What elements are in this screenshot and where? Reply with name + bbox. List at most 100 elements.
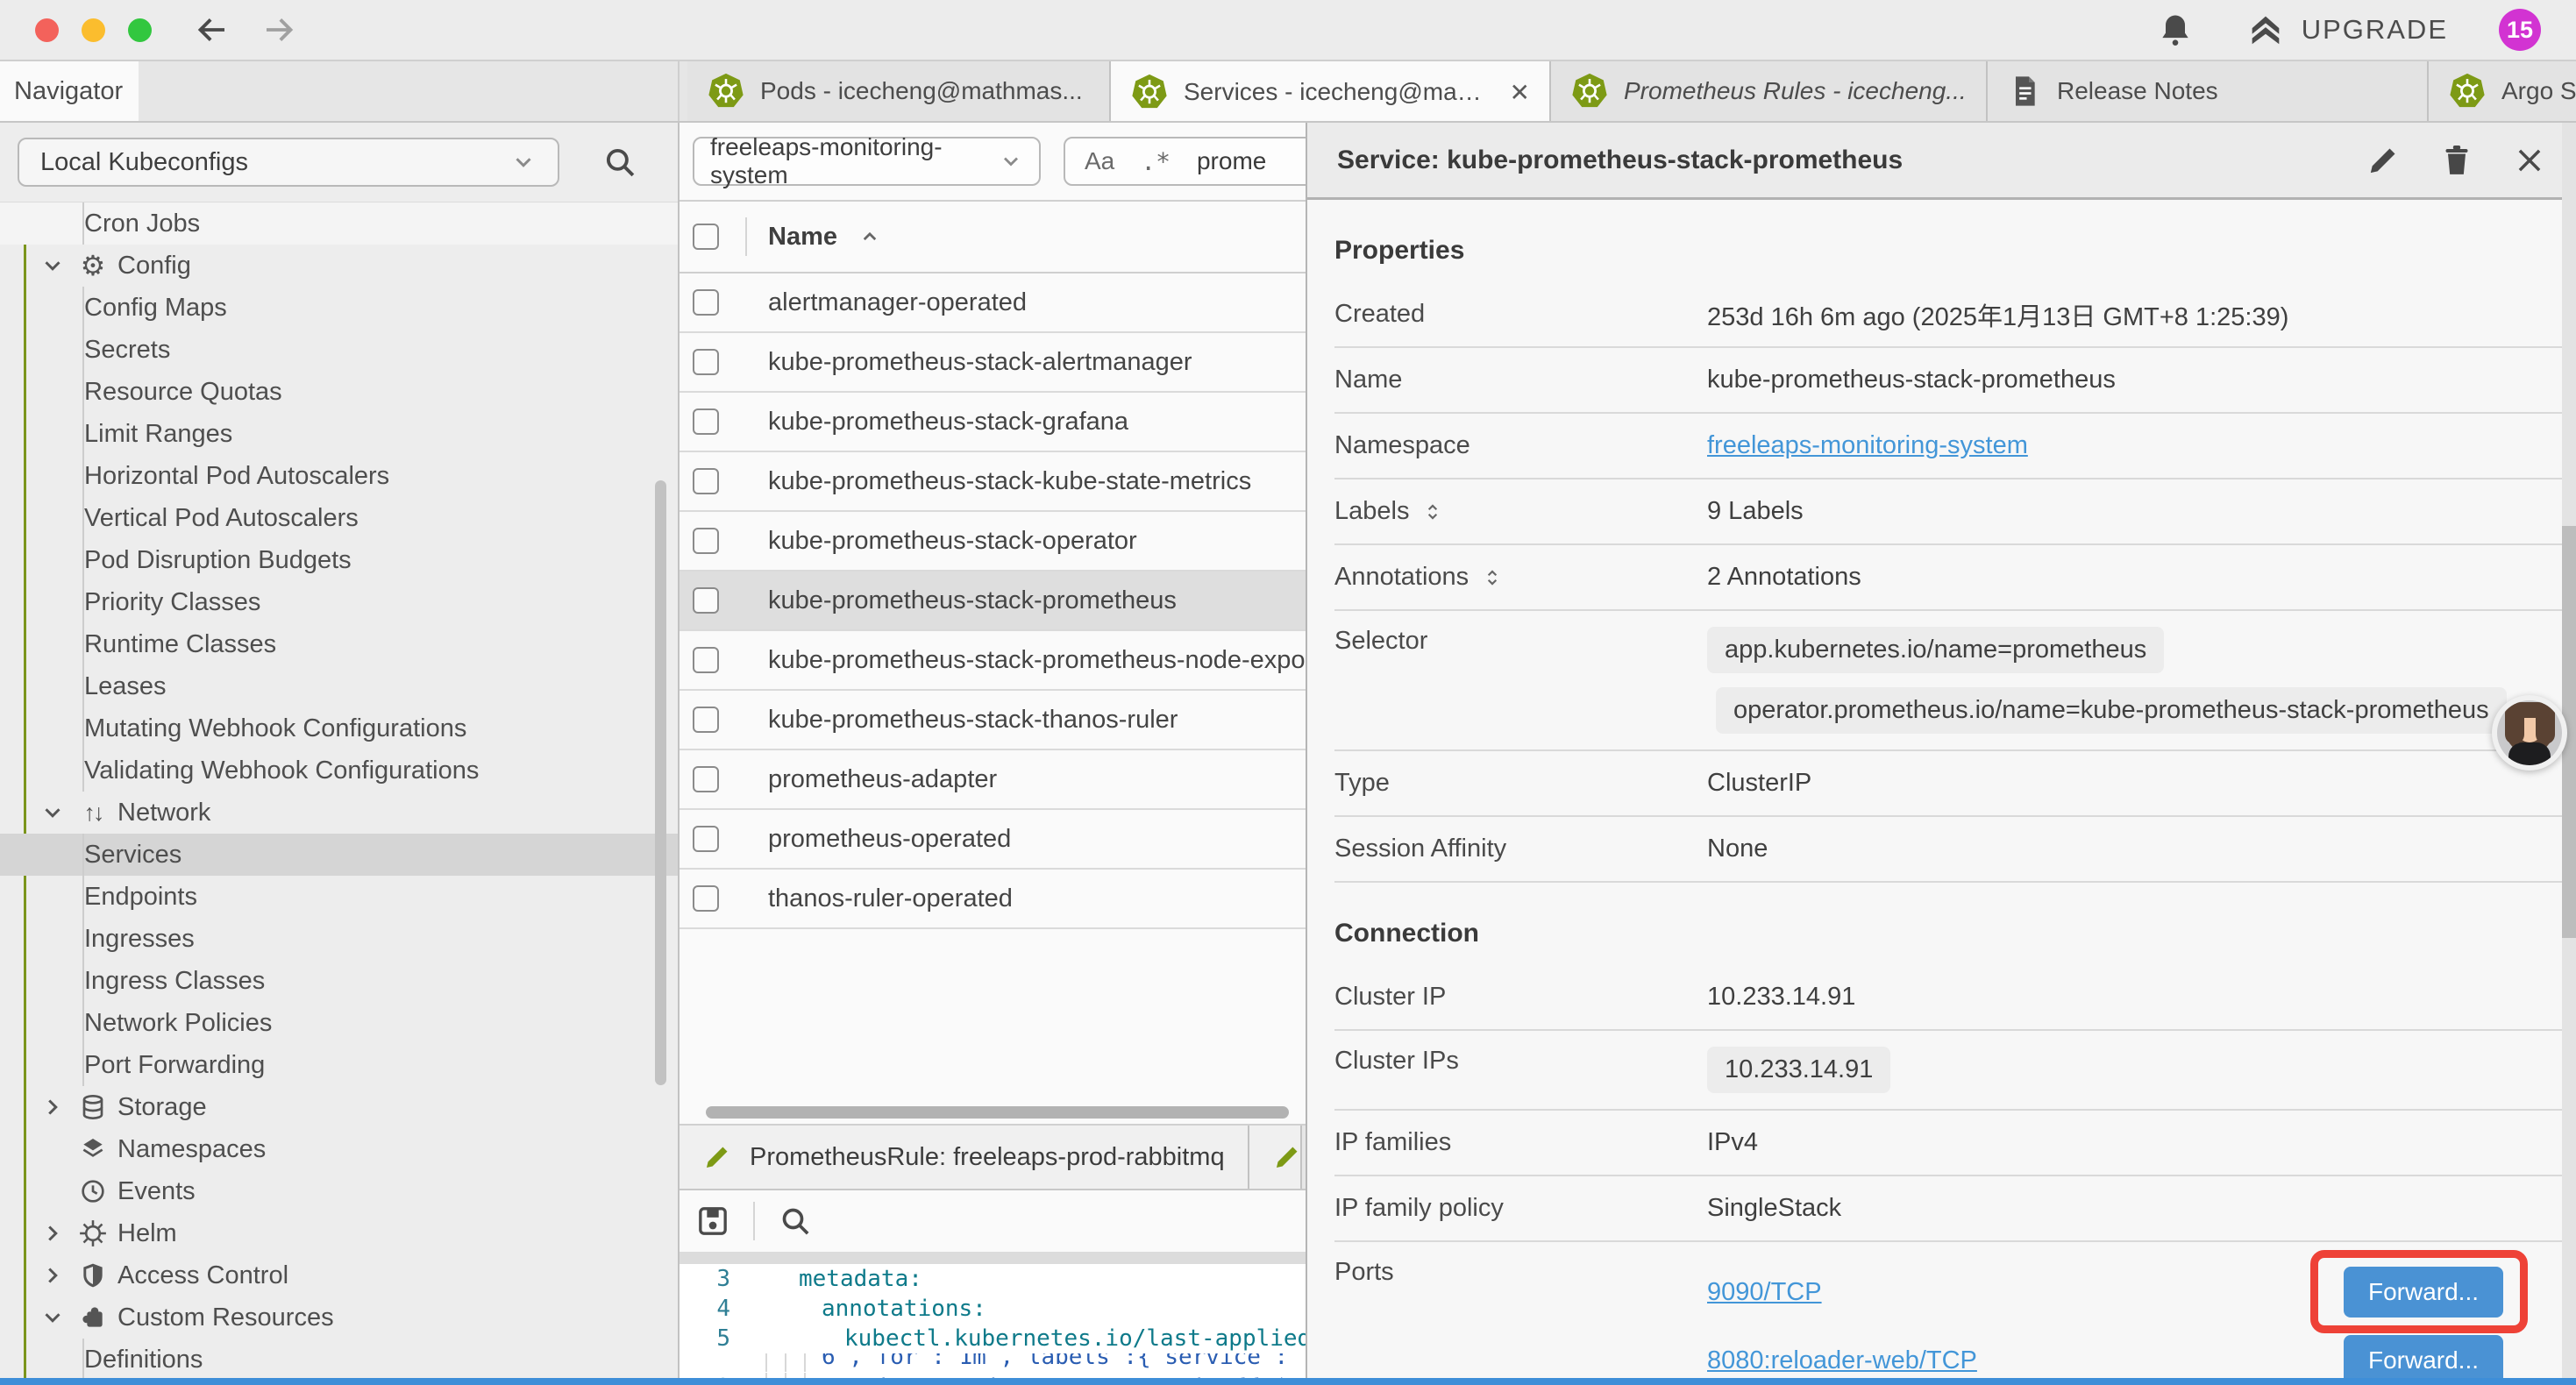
sidebar-item-services[interactable]: Services <box>0 834 678 876</box>
row-checkbox[interactable] <box>693 647 719 673</box>
navigator-tab[interactable]: Navigator <box>0 61 139 121</box>
sidebar-item-secrets[interactable]: Secrets <box>0 329 678 371</box>
select-all-checkbox[interactable] <box>693 224 719 250</box>
forward-button[interactable]: Forward... <box>2344 1267 2503 1318</box>
sidebar-item-priority-classes[interactable]: Priority Classes <box>0 581 678 623</box>
row-checkbox[interactable] <box>693 707 719 733</box>
sidebar-item-custom-resources[interactable]: Custom Resources <box>0 1296 678 1339</box>
save-icon[interactable] <box>695 1204 730 1239</box>
chevron-right-icon[interactable] <box>39 1094 67 1120</box>
sidebar-search-icon[interactable] <box>601 144 638 181</box>
notifications-bell-icon[interactable] <box>2156 11 2195 49</box>
chevron-right-icon[interactable] <box>39 1220 67 1246</box>
sidebar-item-helm[interactable]: Helm <box>0 1212 678 1254</box>
notification-count-badge[interactable]: 15 <box>2499 9 2541 51</box>
back-arrow-icon[interactable] <box>194 12 229 47</box>
sidebar-item-storage[interactable]: Storage <box>0 1086 678 1128</box>
sidebar-item-config-maps[interactable]: Config Maps <box>0 287 678 329</box>
table-horizontal-scrollbar[interactable] <box>680 1103 1306 1124</box>
row-checkbox[interactable] <box>693 587 719 614</box>
name-column-header[interactable]: Name <box>768 223 837 252</box>
sidebar-item-pod-disruption-budgets[interactable]: Pod Disruption Budgets <box>0 539 678 581</box>
sidebar-item-validating-webhook-configurations[interactable]: Validating Webhook Configurations <box>0 749 678 792</box>
delete-trash-icon[interactable] <box>2439 143 2474 178</box>
table-row[interactable]: prometheus-adapter <box>680 750 1306 810</box>
editor-search-icon[interactable] <box>778 1204 813 1239</box>
match-case-toggle[interactable]: Aa <box>1085 147 1114 175</box>
table-row[interactable]: thanos-ruler-operated <box>680 870 1306 929</box>
tab-services[interactable]: Services - icecheng@math...✕ <box>1111 61 1551 121</box>
close-icon[interactable] <box>2513 144 2546 177</box>
filter-input[interactable]: Aa .* prome <box>1064 137 1306 186</box>
sidebar-item-network[interactable]: ↑↓Network <box>0 792 678 834</box>
sidebar-item-namespaces[interactable]: Namespaces <box>0 1128 678 1170</box>
maximize-window-button[interactable] <box>128 18 152 42</box>
tab-close-icon[interactable]: ✕ <box>1510 78 1530 107</box>
sidebar-item-ingresses[interactable]: Ingresses <box>0 918 678 960</box>
row-checkbox[interactable] <box>693 826 719 852</box>
row-checkbox[interactable] <box>693 408 719 435</box>
editor-tab-prometheusrule[interactable]: PrometheusRule: freeleaps-prod-rabbitmq <box>680 1126 1249 1189</box>
tab-prometheus[interactable]: Prometheus Rules - icecheng... <box>1551 61 1988 121</box>
tab-release[interactable]: Release Notes <box>1988 61 2429 121</box>
chevron-down-icon[interactable] <box>39 1304 67 1331</box>
sidebar-item-cron-jobs[interactable]: Cron Jobs <box>0 202 678 245</box>
sort-ascending-icon[interactable] <box>857 224 883 250</box>
close-window-button[interactable] <box>35 18 59 42</box>
port-link[interactable]: 9090/TCP <box>1707 1278 1822 1307</box>
sidebar-item-runtime-classes[interactable]: Runtime Classes <box>0 623 678 665</box>
regex-toggle[interactable]: .* <box>1141 147 1171 176</box>
table-row[interactable]: kube-prometheus-stack-alertmanager <box>680 333 1306 393</box>
sidebar-scrollbar[interactable] <box>655 480 666 1085</box>
sidebar-item-events[interactable]: Events <box>0 1170 678 1212</box>
table-row[interactable]: kube-prometheus-stack-grafana <box>680 393 1306 452</box>
sidebar-item-vertical-pod-autoscalers[interactable]: Vertical Pod Autoscalers <box>0 497 678 539</box>
upgrade-button[interactable]: UPGRADE <box>2245 10 2448 50</box>
namespace-link[interactable]: freeleaps-monitoring-system <box>1707 431 2028 459</box>
row-checkbox[interactable] <box>693 766 719 792</box>
table-row[interactable]: prometheus-operated <box>680 810 1306 870</box>
sidebar-item-mutating-webhook-configurations[interactable]: Mutating Webhook Configurations <box>0 707 678 749</box>
row-checkbox[interactable] <box>693 468 719 494</box>
kubeconfig-selector[interactable]: Local Kubeconfigs <box>18 138 559 187</box>
sidebar-item-limit-ranges[interactable]: Limit Ranges <box>0 413 678 455</box>
port-link[interactable]: 8080:reloader-web/TCP <box>1707 1346 1977 1375</box>
sidebar-item-ingress-classes[interactable]: Ingress Classes <box>0 960 678 1002</box>
expander-icon[interactable] <box>1481 566 1504 589</box>
table-row[interactable]: kube-prometheus-stack-thanos-ruler <box>680 691 1306 750</box>
minimize-window-button[interactable] <box>82 18 105 42</box>
sidebar-item-config[interactable]: ⚙Config <box>0 245 678 287</box>
tab-argo[interactable]: Argo Se <box>2429 61 2576 121</box>
kubernetes-icon <box>1130 73 1169 111</box>
tab-pods[interactable]: Pods - icecheng@mathmas... <box>687 61 1111 121</box>
row-checkbox[interactable] <box>693 528 719 554</box>
expander-icon[interactable] <box>1421 501 1444 523</box>
row-checkbox[interactable] <box>693 289 719 316</box>
assistant-avatar[interactable] <box>2492 695 2567 771</box>
row-checkbox[interactable] <box>693 349 719 375</box>
table-row[interactable]: kube-prometheus-stack-operator <box>680 512 1306 572</box>
sidebar-item-access-control[interactable]: Access Control <box>0 1254 678 1296</box>
sidebar-item-definitions[interactable]: Definitions <box>0 1339 678 1381</box>
yaml-editor[interactable]: 3metadata:4annotations:5kubectl.kubernet… <box>680 1264 1306 1385</box>
namespace-selector[interactable]: freeleaps-monitoring-system <box>693 137 1041 186</box>
forward-arrow-icon[interactable] <box>262 12 297 47</box>
sidebar-item-horizontal-pod-autoscalers[interactable]: Horizontal Pod Autoscalers <box>0 455 678 497</box>
sidebar-item-leases[interactable]: Leases <box>0 665 678 707</box>
table-row[interactable]: kube-prometheus-stack-kube-state-metrics <box>680 452 1306 512</box>
chevron-right-icon[interactable] <box>39 1262 67 1289</box>
table-row[interactable]: alertmanager-operated <box>680 273 1306 333</box>
chevron-down-icon[interactable] <box>39 799 67 826</box>
sidebar-item-port-forwarding[interactable]: Port Forwarding <box>0 1044 678 1086</box>
details-scrollbar[interactable] <box>2562 123 2576 1385</box>
table-row[interactable]: kube-prometheus-stack-prometheus <box>680 572 1306 631</box>
sidebar-item-resource-quotas[interactable]: Resource Quotas <box>0 371 678 413</box>
chevron-down-icon[interactable] <box>39 252 67 279</box>
sidebar-item-network-policies[interactable]: Network Policies <box>0 1002 678 1044</box>
table-row[interactable]: kube-prometheus-stack-prometheus-node-ex… <box>680 631 1306 691</box>
editor-tab-partial[interactable] <box>1249 1126 1302 1189</box>
sidebar-item-endpoints[interactable]: Endpoints <box>0 876 678 918</box>
detail-row-annotations: Annotations2 Annotations <box>1334 545 2576 611</box>
edit-pencil-icon[interactable] <box>2366 143 2401 178</box>
row-checkbox[interactable] <box>693 885 719 912</box>
